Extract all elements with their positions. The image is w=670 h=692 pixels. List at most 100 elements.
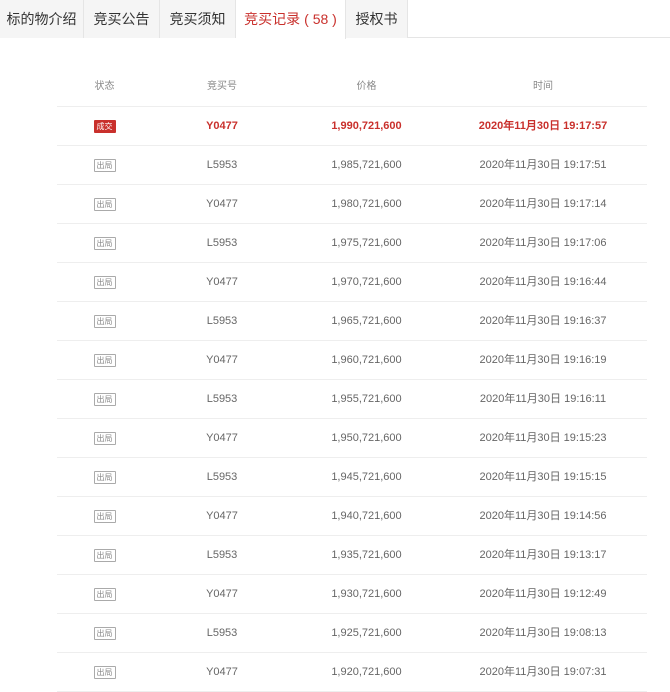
- time-cell: 2020年11月30日 19:12:49: [479, 588, 607, 600]
- status-cell: 出局: [67, 497, 142, 535]
- price-cell: 1,965,721,600: [331, 315, 402, 327]
- header-time: 时间: [533, 81, 553, 92]
- time-cell: 2020年11月30日 19:16:11: [479, 393, 607, 405]
- time-cell: 2020年11月30日 19:17:57: [478, 120, 608, 132]
- bid-no-cell: Y0477: [206, 354, 238, 366]
- bid-no-cell: L5953: [206, 471, 238, 483]
- price-cell: 1,955,721,600: [331, 393, 402, 405]
- bid-no-cell: Y0477: [206, 432, 238, 444]
- status-cell: 出局: [67, 653, 142, 691]
- header-status: 状态: [94, 81, 115, 92]
- header-price: 价格: [356, 81, 377, 92]
- time-cell: 2020年11月30日 19:15:15: [479, 471, 607, 483]
- tab-label: 竞买公告: [93, 11, 150, 27]
- time-cell: 2020年11月30日 19:17:51: [479, 159, 607, 171]
- bid-no-cell: Y0477: [206, 510, 238, 522]
- tab-label: 标的物介绍: [6, 11, 77, 27]
- price-cell: 1,935,721,600: [331, 549, 402, 561]
- bid-no-cell: Y0477: [206, 276, 238, 288]
- table-row: 出局 Y0477 1,960,721,600 2020年11月30日 19:16:19: [57, 341, 647, 380]
- bid-records-table: 状态 竞买号 价格 时间 成交 Y0477 1,990,721,600 2020年11…: [57, 68, 647, 692]
- table-row: 出局 L5953 1,965,721,600 2020年11月30日 19:16:37: [57, 302, 647, 341]
- price-cell: 1,975,721,600: [331, 237, 402, 249]
- time-cell: 2020年11月30日 19:15:23: [479, 432, 607, 444]
- status-cell: 成交: [67, 107, 142, 145]
- bid-no-cell: Y0477: [206, 198, 238, 210]
- table-row: 出局 Y0477 1,930,721,600 2020年11月30日 19:12:49: [57, 575, 647, 614]
- table-row: 出局 Y0477 1,950,721,600 2020年11月30日 19:15:23: [57, 419, 647, 458]
- time-cell: 2020年11月30日 19:07:31: [479, 666, 607, 678]
- price-cell: 1,985,721,600: [331, 159, 402, 171]
- table-row: 出局 L5953 1,935,721,600 2020年11月30日 19:13:17: [57, 536, 647, 575]
- status-badge: 出局: [93, 197, 116, 211]
- status-badge: 出局: [93, 548, 116, 562]
- status-badge: 成交: [93, 119, 116, 133]
- table-row: 出局 Y0477 1,970,721,600 2020年11月30日 19:16:44: [57, 263, 647, 302]
- bid-no-cell: L5953: [206, 627, 238, 639]
- status-badge: 出局: [93, 392, 116, 406]
- table-row: 出局 L5953 1,945,721,600 2020年11月30日 19:15:15: [57, 458, 647, 497]
- bid-no-cell: L5953: [206, 237, 238, 249]
- table-row: 出局 Y0477 1,920,721,600 2020年11月30日 19:07:31: [57, 653, 647, 692]
- status-badge: 出局: [93, 158, 116, 172]
- status-cell: 出局: [67, 263, 142, 301]
- time-cell: 2020年11月30日 19:16:44: [479, 276, 607, 288]
- time-cell: 2020年11月30日 19:14:56: [479, 510, 607, 522]
- status-cell: 出局: [67, 185, 142, 223]
- tab-bar: 标的物介绍 竞买公告 竞买须知 竞买记录( 58 ) 授权书: [0, 0, 670, 39]
- status-cell: 出局: [67, 458, 142, 496]
- status-cell: 出局: [67, 575, 142, 613]
- status-cell: 出局: [67, 224, 142, 262]
- status-cell: 出局: [67, 341, 142, 379]
- price-cell: 1,920,721,600: [331, 666, 402, 678]
- status-cell: 出局: [67, 536, 142, 574]
- status-cell: 出局: [67, 614, 142, 652]
- table-row: 出局 Y0477 1,980,721,600 2020年11月30日 19:17:14: [57, 185, 647, 224]
- bid-no-cell: Y0477: [206, 666, 238, 678]
- table-row: 出局 L5953 1,925,721,600 2020年11月30日 19:08:13: [57, 614, 647, 653]
- table-header: 状态 竞买号 价格 时间: [57, 68, 647, 107]
- price-cell: 1,980,721,600: [331, 198, 402, 210]
- status-badge: 出局: [93, 470, 116, 484]
- time-cell: 2020年11月30日 19:17:14: [479, 198, 607, 210]
- header-bid-no: 竞买号: [207, 81, 237, 92]
- tab-item-intro[interactable]: 标的物介绍: [0, 0, 84, 38]
- status-cell: 出局: [67, 302, 142, 340]
- bid-no-cell: L5953: [206, 549, 238, 561]
- tab-count: ( 58 ): [304, 11, 337, 27]
- time-cell: 2020年11月30日 19:13:17: [479, 549, 607, 561]
- bid-no-cell: L5953: [206, 159, 238, 171]
- table-row: 成交 Y0477 1,990,721,600 2020年11月30日 19:17:57: [57, 107, 647, 146]
- price-cell: 1,940,721,600: [331, 510, 402, 522]
- price-cell: 1,950,721,600: [331, 432, 402, 444]
- status-badge: 出局: [93, 353, 116, 367]
- bid-no-cell: Y0477: [206, 588, 238, 600]
- table-row: 出局 L5953 1,955,721,600 2020年11月30日 19:16:11: [57, 380, 647, 419]
- time-cell: 2020年11月30日 19:16:19: [479, 354, 607, 366]
- status-cell: 出局: [67, 146, 142, 184]
- bid-no-cell: L5953: [206, 393, 238, 405]
- time-cell: 2020年11月30日 19:08:13: [479, 627, 607, 639]
- bid-no-cell: Y0477: [206, 120, 238, 132]
- tab-label: 竞买记录: [244, 11, 301, 27]
- status-badge: 出局: [93, 314, 116, 328]
- tab-bid-records[interactable]: 竞买记录( 58 ): [236, 0, 346, 39]
- price-cell: 1,990,721,600: [331, 120, 402, 132]
- table-row: 出局 L5953 1,985,721,600 2020年11月30日 19:17:51: [57, 146, 647, 185]
- price-cell: 1,960,721,600: [331, 354, 402, 366]
- status-badge: 出局: [93, 236, 116, 250]
- tab-label: 授权书: [355, 11, 398, 27]
- tab-announcement[interactable]: 竞买公告: [84, 0, 160, 38]
- status-badge: 出局: [93, 431, 116, 445]
- table-body: 成交 Y0477 1,990,721,600 2020年11月30日 19:17:57…: [57, 107, 647, 692]
- table-row: 出局 Y0477 1,940,721,600 2020年11月30日 19:14:56: [57, 497, 647, 536]
- tab-label: 竞买须知: [169, 11, 226, 27]
- status-badge: 出局: [93, 665, 116, 679]
- price-cell: 1,970,721,600: [331, 276, 402, 288]
- status-badge: 出局: [93, 587, 116, 601]
- tab-authorization[interactable]: 授权书: [346, 0, 408, 38]
- bid-no-cell: L5953: [206, 315, 238, 327]
- tab-notice[interactable]: 竞买须知: [160, 0, 236, 38]
- status-badge: 出局: [93, 626, 116, 640]
- time-cell: 2020年11月30日 19:16:37: [479, 315, 607, 327]
